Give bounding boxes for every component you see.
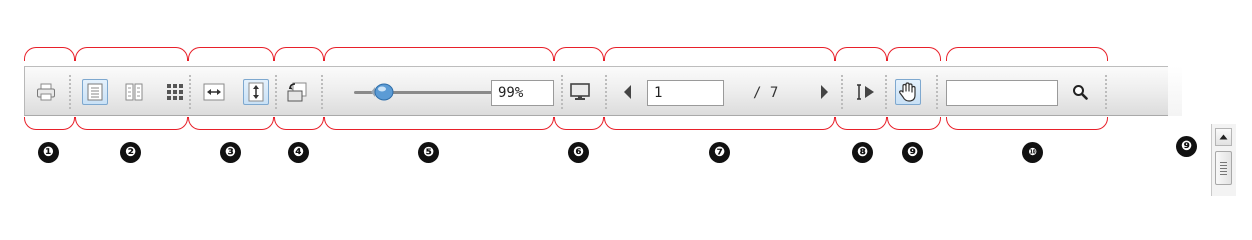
callout-bracket-9-bottom [887,117,941,130]
single-page-view-button[interactable] [82,79,108,105]
toolbar-separator [936,75,938,109]
callout-bracket-2-top [75,47,188,61]
single-page-icon [87,83,103,101]
fit-height-button[interactable] [243,79,269,105]
previous-page-button[interactable] [615,79,641,105]
toolbar-separator [189,75,191,109]
next-page-button[interactable] [811,79,837,105]
callout-bracket-2-bottom [75,117,188,130]
callout-bracket-3-bottom [188,117,274,130]
thumbnails-icon [167,84,183,100]
toolbar-separator [885,75,887,109]
page-number-input[interactable]: 1 [647,80,724,106]
print-button[interactable] [33,79,59,105]
two-page-view-button[interactable] [121,79,147,105]
hand-tool-button[interactable] [895,79,921,105]
callout-bracket-7-top [604,47,835,61]
toolbar-separator [1105,75,1107,109]
toolbar-separator [841,75,843,109]
scrollbar-grip-line [1220,162,1227,163]
fit-width-button[interactable] [201,79,227,105]
scrollbar-grip-line [1220,165,1227,166]
two-page-icon [125,83,143,101]
scrollbar-grip-line [1220,174,1227,175]
fullscreen-icon [570,83,590,100]
toolbar-end-cap [1168,66,1182,116]
search-input[interactable] [946,80,1058,106]
fit-height-icon [248,82,264,102]
callout-number-10: ❿ [1022,142,1043,163]
toolbar-separator [275,75,277,109]
callout-bracket-6-bottom [554,117,604,130]
pdf-viewer-toolbar: 99% 1 / 7 [24,66,1168,116]
callout-bracket-1-bottom [24,117,75,130]
toolbar-separator [561,75,563,109]
callout-bracket-1-top [24,47,75,61]
rotate-button[interactable] [284,79,310,105]
callout-bracket-4-bottom [274,117,324,130]
callout-number-2: ❷ [120,142,141,163]
callout-number-8: ❽ [852,142,873,163]
fit-width-icon [203,83,225,101]
previous-page-icon [624,85,631,99]
callout-bracket-10-top [946,47,1108,61]
scrollbar-thumb[interactable] [1215,151,1232,185]
callout-bracket-5-bottom [324,117,554,130]
toolbar-separator [69,75,71,109]
callout-bracket-6-top [554,47,604,61]
callout-bracket-10-bottom [946,117,1108,130]
rotate-icon [287,82,307,102]
hand-icon [899,82,916,102]
printer-icon [37,83,55,101]
callout-number-1: ❶ [38,142,59,163]
zoom-slider-thumb[interactable] [370,83,394,101]
scroll-up-button[interactable] [1215,128,1232,146]
callout-bracket-3-top [188,47,274,61]
callout-bracket-5-top [324,47,554,61]
fullscreen-button[interactable] [567,79,593,105]
text-select-tool-button[interactable] [852,79,878,105]
callout-number-9-scrollbar: ❾ [1176,136,1197,157]
thumbnails-view-button[interactable] [162,79,188,105]
scroll-up-arrow-icon [1219,134,1228,140]
callout-number-5: ❺ [418,142,439,163]
toolbar-separator [605,75,607,109]
callout-number-7: ❼ [709,142,730,163]
search-button[interactable] [1067,79,1093,105]
vertical-scrollbar[interactable] [1211,124,1236,196]
search-icon [1073,85,1088,100]
zoom-input[interactable]: 99% [491,80,554,106]
callout-number-6: ❻ [568,142,589,163]
text-select-icon [857,84,874,100]
total-pages-label: / 7 [753,85,779,101]
callout-bracket-4-top [274,47,324,61]
scrollbar-grip-line [1220,168,1227,169]
callout-bracket-8-top [835,47,887,61]
scrollbar-grip-line [1220,171,1227,172]
next-page-icon [821,85,828,99]
callout-number-4: ❹ [288,142,309,163]
callout-bracket-7-bottom [604,117,835,130]
callout-number-9: ❾ [902,142,923,163]
callout-bracket-8-bottom [835,117,887,130]
toolbar-separator [321,75,323,109]
callout-number-3: ❸ [220,142,241,163]
callout-bracket-9-top [887,47,941,61]
